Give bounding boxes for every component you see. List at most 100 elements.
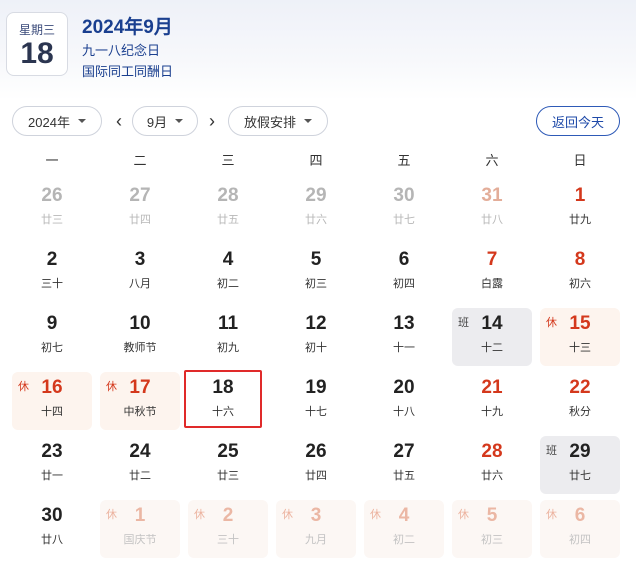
back-to-today-button[interactable]: 返回今天 xyxy=(536,106,620,136)
month-title: 2024年9月 xyxy=(82,17,173,38)
day-number: 30 xyxy=(41,505,63,526)
day-cell-box: 2 三十 xyxy=(12,244,92,302)
day-cell-box: 1 廿九 xyxy=(540,180,620,238)
day-number: 19 xyxy=(305,377,327,398)
lunar-label: 廿四 xyxy=(129,214,151,226)
next-month-button[interactable]: › xyxy=(203,110,221,132)
day-cell[interactable]: 8 初六 xyxy=(536,242,624,306)
lunar-label: 廿八 xyxy=(481,214,503,226)
prev-month-button[interactable]: ‹ xyxy=(110,110,128,132)
day-cell[interactable]: 13 十一 xyxy=(360,306,448,370)
lunar-label: 十二 xyxy=(481,342,503,354)
day-cell[interactable]: 19 十七 xyxy=(272,370,360,434)
day-cell-box: 24 廿二 xyxy=(100,436,180,494)
day-cell[interactable]: 2 三十 xyxy=(8,242,96,306)
day-cell[interactable]: 10 教师节 xyxy=(96,306,184,370)
lunar-label: 廿三 xyxy=(41,214,63,226)
day-cell[interactable]: 休 3 九月 xyxy=(272,498,360,562)
day-cell[interactable]: 31 廿八 xyxy=(448,178,536,242)
day-cell[interactable]: 20 十八 xyxy=(360,370,448,434)
day-cell[interactable]: 29 廿六 xyxy=(272,178,360,242)
year-select-label: 2024年 xyxy=(28,114,70,130)
day-number: 10 xyxy=(129,313,151,334)
lunar-label: 十四 xyxy=(41,406,63,418)
day-number: 3 xyxy=(310,505,322,526)
day-number: 11 xyxy=(217,313,239,334)
day-cell[interactable]: 休 5 初三 xyxy=(448,498,536,562)
day-cell-box: 27 廿五 xyxy=(364,436,444,494)
day-cell[interactable]: 24 廿二 xyxy=(96,434,184,498)
weekday-header: 一 二 三 四 五 六 日 xyxy=(8,150,624,168)
day-cell[interactable]: 休 6 初四 xyxy=(536,498,624,562)
day-cell-box: 30 廿八 xyxy=(12,500,92,558)
day-cell[interactable]: 18 十六 xyxy=(184,370,272,434)
lunar-label: 十七 xyxy=(305,406,327,418)
lunar-label: 廿三 xyxy=(217,470,239,482)
day-cell[interactable]: 26 廿四 xyxy=(272,434,360,498)
lunar-label: 教师节 xyxy=(123,342,157,354)
day-number: 15 xyxy=(569,313,591,334)
day-cell[interactable]: 休 16 十四 xyxy=(8,370,96,434)
day-cell-box: 26 廿三 xyxy=(12,180,92,238)
day-number: 6 xyxy=(398,249,410,270)
day-cell-box: 6 初四 xyxy=(364,244,444,302)
month-select[interactable]: 9月 xyxy=(132,106,198,136)
lunar-label: 中秋节 xyxy=(123,406,157,418)
lunar-label: 廿五 xyxy=(393,470,415,482)
day-cell[interactable]: 28 廿五 xyxy=(184,178,272,242)
day-cell[interactable]: 休 15 十三 xyxy=(536,306,624,370)
day-cell[interactable]: 27 廿四 xyxy=(96,178,184,242)
day-cell[interactable]: 1 廿九 xyxy=(536,178,624,242)
day-cell-box: 28 廿六 xyxy=(452,436,532,494)
lunar-label: 初三 xyxy=(305,278,327,290)
lunar-label: 初二 xyxy=(393,534,415,546)
day-cell-box: 8 初六 xyxy=(540,244,620,302)
day-cell[interactable]: 12 初十 xyxy=(272,306,360,370)
day-cell[interactable]: 班 14 十二 xyxy=(448,306,536,370)
day-cell-box: 休 16 十四 xyxy=(12,372,92,430)
day-cell[interactable]: 22 秋分 xyxy=(536,370,624,434)
day-cell[interactable]: 6 初四 xyxy=(360,242,448,306)
year-select[interactable]: 2024年 xyxy=(12,106,102,136)
day-cell[interactable]: 休 17 中秋节 xyxy=(96,370,184,434)
day-cell[interactable]: 休 1 国庆节 xyxy=(96,498,184,562)
day-cell[interactable]: 休 4 初二 xyxy=(360,498,448,562)
day-cell[interactable]: 11 初九 xyxy=(184,306,272,370)
holiday-schedule-select[interactable]: 放假安排 xyxy=(228,106,328,136)
day-cell[interactable]: 21 十九 xyxy=(448,370,536,434)
holiday-schedule-label: 放假安排 xyxy=(243,114,296,130)
day-number: 1 xyxy=(134,505,146,526)
day-cell-box: 班 29 廿七 xyxy=(540,436,620,494)
day-number: 5 xyxy=(310,249,322,270)
chevron-down-icon xyxy=(175,119,184,123)
day-cell[interactable]: 休 2 三十 xyxy=(184,498,272,562)
weekday-label: 二 xyxy=(133,153,147,168)
day-number: 1 xyxy=(574,185,586,206)
day-cell[interactable]: 3 八月 xyxy=(96,242,184,306)
weekday-label: 六 xyxy=(485,153,499,168)
day-cell[interactable]: 5 初三 xyxy=(272,242,360,306)
day-cell[interactable]: 28 廿六 xyxy=(448,434,536,498)
weekday-label: 四 xyxy=(309,153,323,168)
day-cell-box: 4 初二 xyxy=(188,244,268,302)
lunar-label: 八月 xyxy=(129,278,151,290)
lunar-label: 十六 xyxy=(212,406,234,418)
day-cell[interactable]: 27 廿五 xyxy=(360,434,448,498)
day-cell-box: 11 初九 xyxy=(188,308,268,366)
day-cell[interactable]: 30 廿八 xyxy=(8,498,96,562)
day-number: 7 xyxy=(486,249,498,270)
chevron-down-icon xyxy=(77,119,86,123)
day-cell-box: 休 2 三十 xyxy=(188,500,268,558)
day-cell[interactable]: 9 初七 xyxy=(8,306,96,370)
day-number: 21 xyxy=(481,377,503,398)
day-cell[interactable]: 7 白露 xyxy=(448,242,536,306)
day-cell-box: 20 十八 xyxy=(364,372,444,430)
day-cell[interactable]: 班 29 廿七 xyxy=(536,434,624,498)
day-cell[interactable]: 30 廿七 xyxy=(360,178,448,242)
day-cell[interactable]: 25 廿三 xyxy=(184,434,272,498)
day-cell[interactable]: 26 廿三 xyxy=(8,178,96,242)
day-cell[interactable]: 23 廿一 xyxy=(8,434,96,498)
day-cell[interactable]: 4 初二 xyxy=(184,242,272,306)
lunar-label: 初四 xyxy=(393,278,415,290)
lunar-label: 初四 xyxy=(569,534,591,546)
